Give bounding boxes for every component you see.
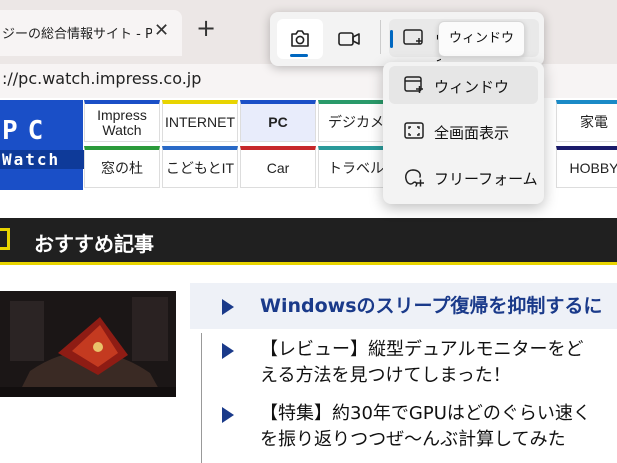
nav-item-madonomori[interactable]: 窓の杜 — [84, 146, 160, 188]
new-tab-button[interactable]: + — [196, 16, 216, 40]
menu-item-freeform[interactable]: フリーフォーム — [389, 158, 538, 196]
divider — [201, 333, 202, 463]
nav-item-pc[interactable]: PC — [240, 100, 316, 142]
nav-item-car[interactable]: Car — [240, 146, 316, 188]
video-camera-icon — [338, 32, 360, 46]
article-title-line2[interactable]: える方法を見つけてしまった！ — [260, 363, 511, 389]
section-title: おすすめ記事 — [34, 232, 154, 256]
dropdown-accent — [390, 30, 393, 48]
menu-item-fullscreen[interactable]: 全画面表示 — [389, 112, 538, 150]
nav-item-kodomo-it[interactable]: こどもとIT — [162, 146, 238, 188]
tooltip: ウィンドウ — [438, 21, 526, 57]
nav-item-kaden[interactable]: 家電 — [556, 100, 617, 142]
menu-item-label: 全画面表示 — [434, 124, 510, 142]
article-title-line2[interactable]: を振り返りつつぜ～んぶ計算してみた — [260, 427, 566, 453]
menu-item-label: ウィンドウ — [434, 78, 510, 96]
close-tab-icon[interactable]: ✕ — [154, 20, 169, 41]
toolbar-separator — [380, 20, 381, 54]
fullscreen-icon — [404, 122, 424, 139]
snip-mode-menu: ウィンドウ 全画面表示 フリーフォーム — [383, 62, 544, 204]
article-thumbnail[interactable] — [0, 291, 176, 397]
nav-item-impress-watch[interactable]: Impress Watch — [84, 100, 160, 142]
video-mode-button[interactable] — [325, 19, 371, 59]
arrow-right-icon — [222, 407, 234, 423]
logo-watch-text: Watch — [0, 150, 85, 169]
menu-item-window[interactable]: ウィンドウ — [389, 66, 538, 104]
tab-title: ジーの総合情報サイト - P — [2, 27, 152, 42]
arrow-right-icon — [222, 343, 234, 359]
site-logo[interactable]: PC Watch — [0, 100, 85, 190]
window-snip-icon — [403, 29, 423, 45]
selected-mode-indicator — [290, 54, 308, 57]
bookmark-icon — [0, 228, 10, 250]
menu-item-label: フリーフォーム — [434, 170, 538, 188]
url-text[interactable]: ://pc.watch.impress.co.jp — [2, 69, 201, 88]
nav-item-internet[interactable]: INTERNET — [162, 100, 238, 142]
article-title[interactable]: 【レビュー】縦型デュアルモニターをど — [260, 337, 583, 363]
screenshot-mode-button[interactable] — [277, 19, 323, 59]
logo-pc-text: PC — [2, 116, 54, 146]
browser-tab[interactable]: ジーの総合情報サイト - P ✕ — [0, 10, 182, 56]
section-header: おすすめ記事 — [0, 218, 617, 265]
arrow-right-icon — [222, 299, 234, 315]
nav-item-hobby[interactable]: HOBBY — [556, 146, 617, 188]
camera-icon — [291, 30, 309, 47]
window-snip-icon — [404, 76, 423, 93]
article-title[interactable]: Windowsのスリープ復帰を抑制するに — [260, 293, 602, 319]
article-list: Windowsのスリープ復帰を抑制するに 【レビュー】縦型デュアルモニターをど … — [0, 265, 617, 463]
freeform-icon — [405, 169, 424, 187]
article-title[interactable]: 【特集】約30年でGPUはどのぐらい速く — [260, 401, 591, 427]
